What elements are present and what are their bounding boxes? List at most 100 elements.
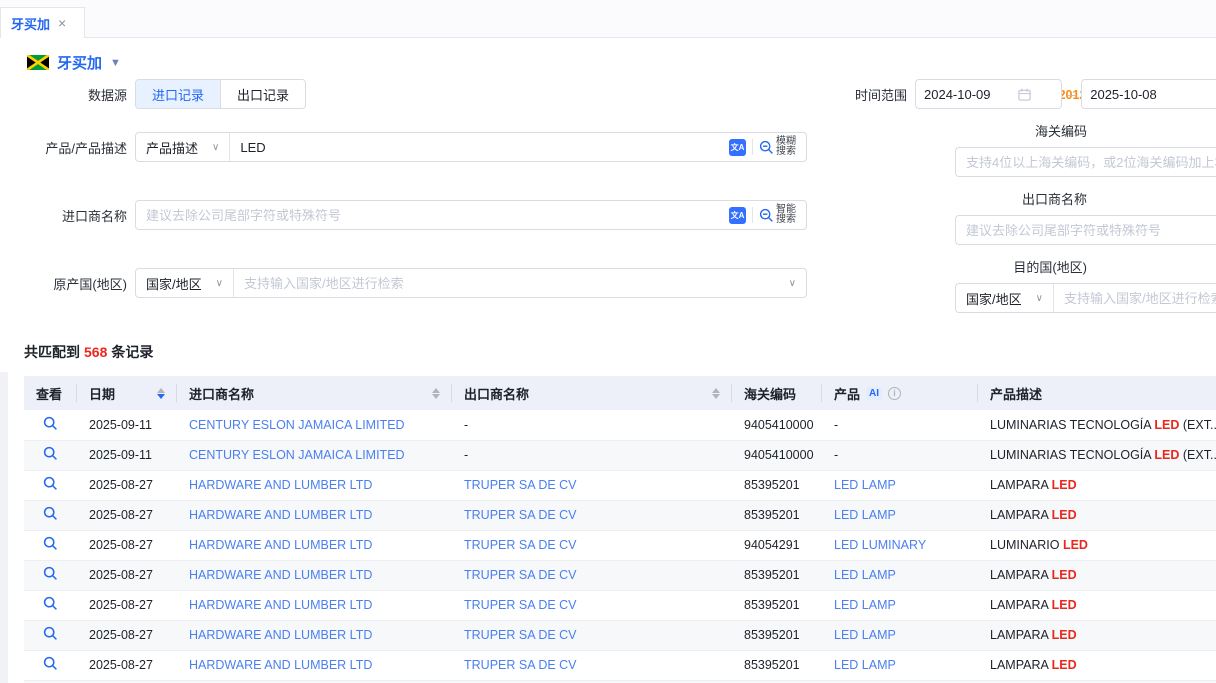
destination-country-input[interactable] [1054, 291, 1216, 306]
view-record-button[interactable] [24, 560, 77, 590]
importer-link[interactable]: HARDWARE AND LUMBER LTD [189, 568, 372, 582]
table-row: 2025-08-27HARDWARE AND LUMBER LTDTRUPER … [24, 530, 1216, 560]
product-link[interactable]: LED LAMP [834, 508, 896, 522]
table-row: 2025-09-11CENTURY ESLON JAMAICA LIMITED-… [24, 410, 1216, 440]
hs-code-input[interactable] [956, 155, 1216, 170]
filter-panel: 牙买加 ▼ 更新范围：2012-01-01 至 2025-10-08 数据源 进… [0, 38, 1216, 372]
translate-icon[interactable]: 文A [729, 207, 746, 224]
date-to-input[interactable] [1090, 87, 1178, 102]
importer-link[interactable]: HARDWARE AND LUMBER LTD [189, 658, 372, 672]
origin-country-input[interactable] [234, 276, 789, 291]
sort-button[interactable] [712, 388, 720, 399]
destination-country-select[interactable]: 国家/地区∨ [956, 284, 1054, 312]
view-record-button[interactable] [24, 440, 77, 470]
hs-code-cell: 85395201 [732, 590, 822, 620]
column-header-2[interactable]: 进口商名称 [177, 376, 452, 410]
search-icon[interactable] [43, 416, 58, 431]
search-icon[interactable] [43, 596, 58, 611]
exporter-cell: TRUPER SA DE CV [452, 590, 732, 620]
exporter-link[interactable]: TRUPER SA DE CV [464, 598, 577, 612]
importer-name-input[interactable] [136, 208, 721, 223]
import-records-button[interactable]: 进口记录 [136, 80, 221, 108]
view-record-button[interactable] [24, 590, 77, 620]
product-field-select[interactable]: 产品描述∨ [136, 133, 230, 161]
export-records-button[interactable]: 出口记录 [221, 80, 305, 108]
importer-link[interactable]: HARDWARE AND LUMBER LTD [189, 538, 372, 552]
tab-title: 牙买加 [11, 14, 50, 33]
search-icon[interactable] [43, 566, 58, 581]
origin-country-label: 原产国(地区) [0, 274, 135, 293]
product-link[interactable]: LED LAMP [834, 568, 896, 582]
view-record-button[interactable] [24, 530, 77, 560]
search-icon[interactable] [43, 656, 58, 671]
sort-button[interactable] [157, 388, 165, 399]
hs-code-cell: 94054291 [732, 530, 822, 560]
jamaica-flag-icon [27, 55, 49, 70]
product-cell: LED LAMP [822, 650, 978, 680]
date-cell: 2025-09-11 [77, 440, 177, 470]
country-title[interactable]: 牙买加 [57, 52, 102, 73]
exporter-link[interactable]: TRUPER SA DE CV [464, 508, 577, 522]
importer-cell: HARDWARE AND LUMBER LTD [177, 470, 452, 500]
importer-link[interactable]: HARDWARE AND LUMBER LTD [189, 478, 372, 492]
close-icon[interactable]: × [58, 16, 66, 30]
product-link[interactable]: LED LAMP [834, 628, 896, 642]
info-icon[interactable]: i [888, 387, 901, 400]
view-record-button[interactable] [24, 650, 77, 680]
exporter-name-input[interactable] [956, 223, 1216, 238]
search-icon[interactable] [43, 626, 58, 641]
importer-link[interactable]: HARDWARE AND LUMBER LTD [189, 628, 372, 642]
table-row: 2025-08-27 HARDWARE AND LUMBER LTD TRUPER … [24, 650, 1216, 680]
importer-link[interactable]: HARDWARE AND LUMBER LTD [189, 598, 372, 612]
exporter-link: - [464, 418, 468, 432]
table-row: 2025-08-27HARDWARE AND LUMBER LTDTRUPER … [24, 470, 1216, 500]
sort-button[interactable] [432, 388, 440, 399]
search-icon[interactable] [43, 446, 58, 461]
chevron-down-icon[interactable]: ▼ [110, 57, 121, 69]
tab-jamaica[interactable]: 牙买加 × [0, 7, 85, 38]
date-cell: 2025-08-27 [77, 650, 177, 680]
view-record-button[interactable] [24, 410, 77, 440]
search-icon[interactable] [43, 476, 58, 491]
view-record-button[interactable] [24, 620, 77, 650]
importer-link[interactable]: HARDWARE AND LUMBER LTD [189, 508, 372, 522]
view-record-button[interactable] [24, 470, 77, 500]
description-cell: LUMINARIO LED [978, 530, 1216, 560]
exporter-link[interactable]: TRUPER SA DE CV [464, 568, 577, 582]
smart-search-button[interactable]: 智能搜索 [759, 205, 798, 225]
product-cell: LED LAMP [822, 620, 978, 650]
results-card: 共匹配到568条记录 查看日期进口商名称出口商名称海关编码产品AIi产品描述 2… [8, 326, 1216, 683]
view-record-button[interactable] [24, 500, 77, 530]
product-link[interactable]: LED LAMP [834, 478, 896, 492]
search-icon[interactable] [43, 536, 58, 551]
product-link: - [834, 418, 838, 432]
importer-cell: HARDWARE AND LUMBER LTD [177, 620, 452, 650]
exporter-cell: - [452, 410, 732, 440]
date-from-input[interactable] [924, 87, 1012, 102]
destination-country-label: 目的国(地区) [955, 253, 1095, 283]
product-link[interactable]: LED LAMP [834, 598, 896, 612]
description-cell: LAMPARA LED [978, 470, 1216, 500]
table-row: 2025-09-11CENTURY ESLON JAMAICA LIMITED-… [24, 440, 1216, 470]
product-cell: LED LAMP [822, 500, 978, 530]
product-link[interactable]: LED LAMP [834, 658, 896, 672]
product-cell: LED LUMINARY [822, 530, 978, 560]
product-link[interactable]: LED LUMINARY [834, 538, 926, 552]
origin-country-select[interactable]: 国家/地区∨ [136, 269, 234, 297]
column-header-3[interactable]: 出口商名称 [452, 376, 732, 410]
translate-icon[interactable]: 文A [729, 139, 746, 156]
exporter-link[interactable]: TRUPER SA DE CV [464, 658, 577, 672]
importer-link[interactable]: CENTURY ESLON JAMAICA LIMITED [189, 418, 405, 432]
hs-code-cell: 9405410000 [732, 410, 822, 440]
chevron-down-icon: ∨ [789, 278, 806, 289]
product-search-input[interactable] [230, 140, 721, 155]
calendar-icon[interactable] [1018, 88, 1031, 101]
search-icon[interactable] [43, 506, 58, 521]
importer-link[interactable]: CENTURY ESLON JAMAICA LIMITED [189, 448, 405, 462]
exporter-link[interactable]: TRUPER SA DE CV [464, 628, 577, 642]
exporter-link[interactable]: TRUPER SA DE CV [464, 478, 577, 492]
column-header-1[interactable]: 日期 [77, 376, 177, 410]
fuzzy-search-button[interactable]: 模糊搜索 [759, 137, 798, 157]
exporter-link[interactable]: TRUPER SA DE CV [464, 538, 577, 552]
exporter-cell: TRUPER SA DE CV [452, 560, 732, 590]
